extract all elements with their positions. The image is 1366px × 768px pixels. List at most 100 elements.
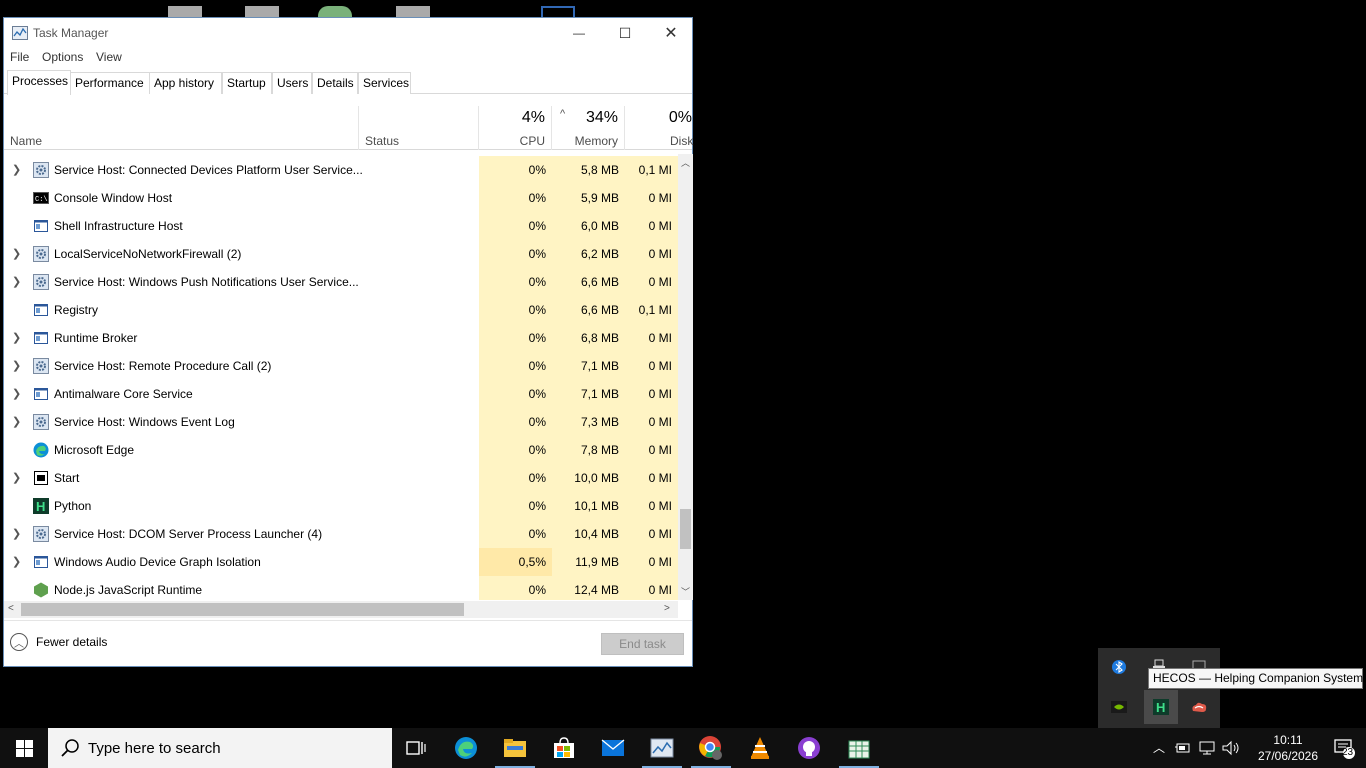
process-memory: 5,8 MB <box>552 156 625 184</box>
process-cpu: 0% <box>479 380 552 408</box>
clock[interactable]: 10:11 27/06/2026 <box>1252 732 1324 764</box>
scroll-up-icon[interactable]: ︿ <box>681 156 690 169</box>
header-cpu[interactable]: 4% CPU <box>479 106 552 150</box>
expand-chevron-icon[interactable]: ❯ <box>12 415 22 428</box>
battery-plug-icon[interactable] <box>1174 741 1190 755</box>
vertical-scrollbar[interactable]: ︿ ﹀ <box>678 154 693 600</box>
show-hidden-icons-chevron-icon[interactable]: ︿ <box>1153 739 1165 756</box>
fewer-details-button[interactable]: ︿ Fewer details <box>10 633 107 651</box>
expand-chevron-icon[interactable]: ❯ <box>12 247 22 260</box>
hecos-tray-icon[interactable]: H <box>1144 690 1178 724</box>
end-task-button[interactable]: End task <box>601 633 684 655</box>
tab-users[interactable]: Users <box>272 72 312 94</box>
menu-options[interactable]: Options <box>42 50 83 64</box>
spreadsheet-app-icon[interactable] <box>835 728 883 768</box>
process-row[interactable]: Registry 0% 6,6 MB 0,1 MI <box>4 296 678 324</box>
window-icon <box>33 330 49 346</box>
process-disk: 0 MI <box>625 520 678 548</box>
start-window-icon <box>33 470 49 486</box>
process-row[interactable]: H Python 0% 10,1 MB 0 MI <box>4 492 678 520</box>
process-row[interactable]: ❯ Service Host: Windows Event Log 0% 7,3 MB… <box>4 408 678 436</box>
process-row[interactable]: ❯ Runtime Broker 0% 6,8 MB 0 MI <box>4 324 678 352</box>
edge-taskbar-icon[interactable] <box>442 728 490 768</box>
start-button[interactable] <box>0 728 48 768</box>
horizontal-scroll-thumb[interactable] <box>21 603 464 616</box>
notification-count: 23 <box>1342 747 1354 758</box>
horizontal-scrollbar[interactable]: < > <box>4 601 678 618</box>
process-disk: 0 MI <box>625 352 678 380</box>
process-memory: 7,1 MB <box>552 380 625 408</box>
process-row[interactable]: ❯ Windows Audio Device Graph Isolation 0,5… <box>4 548 678 576</box>
process-row[interactable]: Node.js JavaScript Runtime 0% 12,4 MB 0 MI <box>4 576 678 600</box>
process-row[interactable]: ❯ Start 0% 10,0 MB 0 MI <box>4 464 678 492</box>
process-row[interactable]: Microsoft Edge 0% 7,8 MB 0 MI <box>4 436 678 464</box>
process-name: Service Host: Connected Devices Platform… <box>54 163 363 177</box>
title-bar[interactable]: Task Manager — ☐ ✕ <box>4 18 692 48</box>
expand-chevron-icon[interactable]: ❯ <box>12 555 22 568</box>
store-icon[interactable] <box>540 728 588 768</box>
vlc-icon[interactable] <box>736 728 784 768</box>
process-name: Service Host: Remote Procedure Call (2) <box>54 359 272 373</box>
menu-view[interactable]: View <box>96 50 122 64</box>
process-memory: 7,3 MB <box>552 408 625 436</box>
process-row[interactable]: C:\ Console Window Host 0% 5,9 MB 0 MI <box>4 184 678 212</box>
maximize-button[interactable]: ☐ <box>602 18 648 48</box>
window-icon <box>33 386 49 402</box>
expand-chevron-icon[interactable]: ❯ <box>12 163 22 176</box>
scroll-right-icon[interactable]: > <box>664 603 670 614</box>
bluetooth-icon[interactable] <box>1104 652 1134 682</box>
volume-icon[interactable] <box>1222 740 1240 756</box>
tab-processes[interactable]: Processes <box>7 70 71 95</box>
expand-chevron-icon[interactable]: ❯ <box>12 471 22 484</box>
tab-startup[interactable]: Startup <box>222 72 272 94</box>
scroll-down-icon[interactable]: ﹀ <box>681 585 690 598</box>
expand-chevron-icon[interactable]: ❯ <box>12 359 22 372</box>
tab-app-history[interactable]: App history <box>149 72 222 94</box>
process-memory: 6,6 MB <box>552 268 625 296</box>
expand-chevron-icon[interactable]: ❯ <box>12 527 22 540</box>
tab-details[interactable]: Details <box>312 72 358 94</box>
header-disk[interactable]: 0% Disk <box>625 106 693 150</box>
header-name[interactable]: Name <box>4 106 359 150</box>
taskbar-search-box[interactable]: Type here to search <box>48 728 392 768</box>
tab-services[interactable]: Services <box>358 72 411 94</box>
process-row[interactable]: ❯ Service Host: Connected Devices Platfor… <box>4 156 678 184</box>
network-icon[interactable] <box>1199 741 1215 755</box>
minimize-button[interactable]: — <box>556 18 602 48</box>
process-name: Shell Infrastructure Host <box>54 219 183 233</box>
process-name: Service Host: Windows Event Log <box>54 415 235 429</box>
expand-chevron-icon[interactable]: ❯ <box>12 387 22 400</box>
menu-file[interactable]: File <box>10 50 29 64</box>
process-row[interactable]: ❯ Service Host: Windows Push Notification… <box>4 268 678 296</box>
vertical-scroll-thumb[interactable] <box>680 509 691 549</box>
expand-chevron-icon[interactable]: ❯ <box>12 275 22 288</box>
header-memory[interactable]: ^ 34% Memory <box>552 106 625 150</box>
github-desktop-icon[interactable] <box>785 728 833 768</box>
process-name: LocalServiceNoNetworkFirewall (2) <box>54 247 242 261</box>
window-icon <box>33 554 49 570</box>
file-explorer-icon[interactable] <box>491 728 539 768</box>
chrome-icon[interactable] <box>687 728 735 768</box>
notification-center-button[interactable]: 23 <box>1322 728 1366 768</box>
close-button[interactable]: ✕ <box>648 18 694 48</box>
process-row[interactable]: ❯ LocalServiceNoNetworkFirewall (2) 0% 6,2 … <box>4 240 678 268</box>
expand-chevron-icon[interactable]: ❯ <box>12 331 22 344</box>
header-status[interactable]: Status <box>359 106 479 150</box>
svg-text:H: H <box>1156 700 1165 715</box>
cloud-sync-icon[interactable] <box>1184 692 1214 722</box>
process-memory: 7,8 MB <box>552 436 625 464</box>
task-manager-taskbar-icon[interactable] <box>638 728 686 768</box>
process-row[interactable]: ❯ Service Host: Remote Procedure Call (2)… <box>4 352 678 380</box>
tab-performance[interactable]: Performance <box>70 72 150 94</box>
footer: ︿ Fewer details End task <box>4 620 692 666</box>
process-row[interactable]: ❯ Antimalware Core Service 0% 7,1 MB 0 MI <box>4 380 678 408</box>
process-name: Windows Audio Device Graph Isolation <box>54 555 261 569</box>
process-row[interactable]: Shell Infrastructure Host 0% 6,0 MB 0 MI <box>4 212 678 240</box>
mail-icon[interactable] <box>589 728 637 768</box>
process-cpu: 0% <box>479 520 552 548</box>
task-view-icon[interactable] <box>392 728 440 768</box>
process-row[interactable]: ❯ Service Host: DCOM Server Process Launc… <box>4 520 678 548</box>
scroll-left-icon[interactable]: < <box>8 603 14 614</box>
nvidia-icon[interactable] <box>1104 692 1134 722</box>
nodejs-icon <box>33 582 49 598</box>
